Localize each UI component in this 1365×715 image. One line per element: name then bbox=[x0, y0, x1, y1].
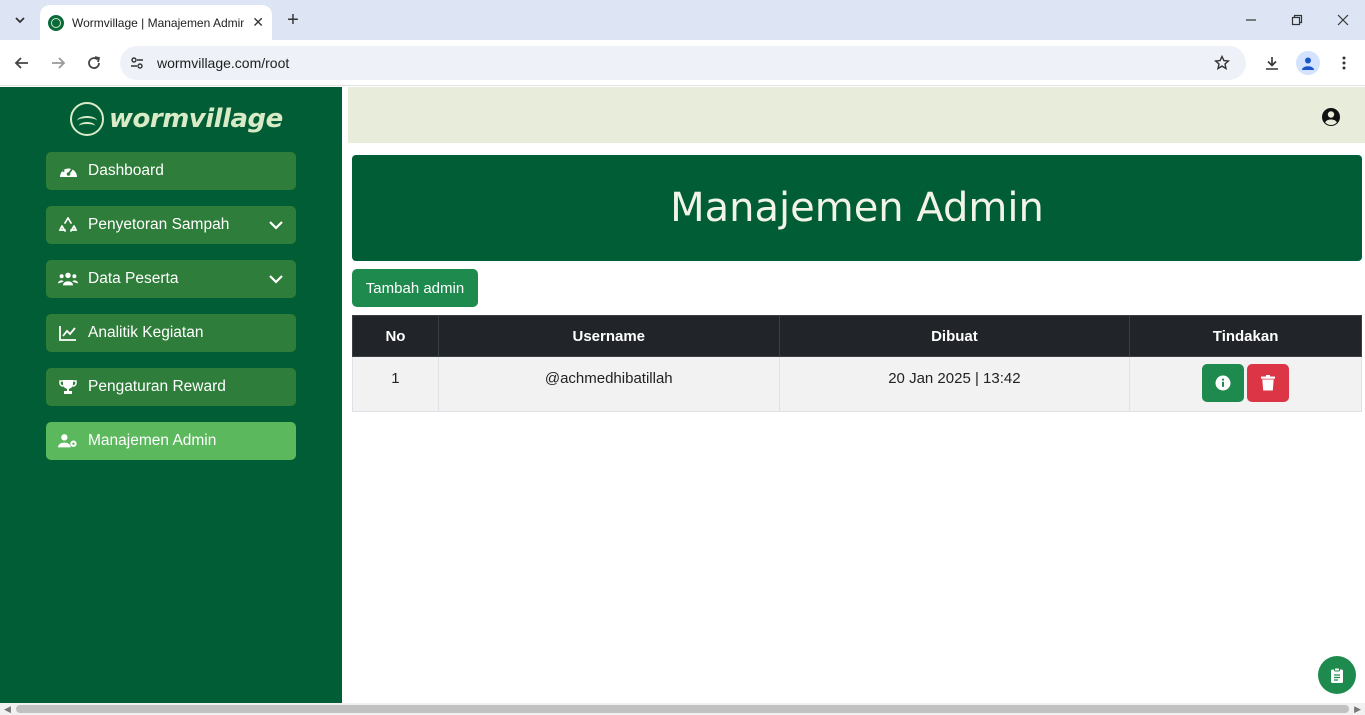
column-header-tindakan: Tindakan bbox=[1129, 315, 1362, 357]
sidebar-item-label: Data Peserta bbox=[88, 270, 179, 287]
profile-icon bbox=[1302, 57, 1314, 70]
reload-icon bbox=[88, 56, 101, 69]
sidebar-item-penyetoran-sampah[interactable]: Penyetoran Sampah bbox=[46, 206, 296, 244]
browser-tab-bar: Wormvillage | Manajemen Admin ✕ + bbox=[0, 0, 1365, 40]
horizontal-scrollbar[interactable]: ◀ ▶ bbox=[0, 703, 1365, 715]
table-row: 1 @achmedhibatillah 20 Jan 2025 | 13:42 bbox=[352, 356, 1362, 412]
minimize-icon bbox=[1246, 19, 1256, 21]
info-button[interactable] bbox=[1202, 364, 1245, 402]
clipboard-button[interactable] bbox=[1318, 656, 1356, 694]
sidebar-item-pengaturan-reward[interactable]: Pengaturan Reward bbox=[46, 368, 296, 406]
clipboard-icon bbox=[1331, 667, 1343, 683]
page-title: Manajemen Admin bbox=[670, 185, 1044, 231]
address-bar[interactable]: wormvillage.com/root bbox=[120, 46, 1246, 80]
sidebar-item-label: Analitik Kegiatan bbox=[88, 324, 204, 341]
sidebar-item-dashboard[interactable]: Dashboard bbox=[46, 152, 296, 190]
users-icon bbox=[58, 270, 78, 288]
scrollbar-thumb[interactable] bbox=[16, 705, 1349, 713]
table-header-row: No Username Dibuat Tindakan bbox=[352, 315, 1362, 357]
profile-button[interactable] bbox=[1296, 51, 1320, 75]
chevron-down-icon bbox=[15, 17, 25, 24]
logo[interactable]: wormvillage bbox=[70, 102, 283, 136]
sidebar-item-label: Dashboard bbox=[88, 162, 164, 179]
url-text[interactable]: wormvillage.com/root bbox=[157, 55, 289, 71]
cell-created: 20 Jan 2025 | 13:42 bbox=[778, 356, 1131, 412]
gauge-icon bbox=[58, 162, 78, 180]
browser-tab[interactable]: Wormvillage | Manajemen Admin ✕ bbox=[40, 5, 272, 40]
delete-button[interactable] bbox=[1247, 364, 1290, 402]
tab-title: Wormvillage | Manajemen Admin bbox=[72, 15, 244, 30]
forward-button[interactable] bbox=[46, 51, 70, 75]
logo-text: wormvillage bbox=[109, 104, 283, 134]
tab-search-button[interactable] bbox=[8, 8, 32, 32]
sidebar-item-label: Manajemen Admin bbox=[88, 432, 217, 449]
trash-icon bbox=[1261, 375, 1276, 391]
row-actions bbox=[1130, 364, 1361, 402]
user-circle-icon[interactable] bbox=[1321, 107, 1341, 127]
chevron-down-icon bbox=[269, 275, 283, 284]
chevron-down-icon bbox=[269, 221, 283, 230]
wormvillage-favicon-icon bbox=[48, 14, 64, 31]
close-window-button[interactable] bbox=[1329, 8, 1357, 32]
bookmark-star-icon[interactable] bbox=[1212, 53, 1232, 73]
restore-icon bbox=[1291, 14, 1303, 26]
sidebar-item-analitik-kegiatan[interactable]: Analitik Kegiatan bbox=[46, 314, 296, 352]
minimize-button[interactable] bbox=[1237, 8, 1265, 32]
sidebar-item-label: Penyetoran Sampah bbox=[88, 216, 230, 233]
reload-button[interactable] bbox=[82, 51, 106, 75]
sidebar-item-manajemen-admin[interactable]: Manajemen Admin bbox=[46, 422, 296, 460]
recycle-icon bbox=[58, 216, 78, 234]
download-icon bbox=[1266, 57, 1278, 70]
browser-toolbar: wormvillage.com/root bbox=[0, 40, 1365, 86]
cell-username: @achmedhibatillah bbox=[437, 356, 780, 412]
add-admin-button[interactable]: Tambah admin bbox=[352, 269, 478, 307]
wormvillage-logo-icon bbox=[70, 102, 104, 136]
page-header-banner: Manajemen Admin bbox=[352, 155, 1362, 261]
admin-table: No Username Dibuat Tindakan 1 @achmedhib… bbox=[352, 315, 1362, 412]
restore-button[interactable] bbox=[1283, 8, 1311, 32]
sidebar-item-label: Pengaturan Reward bbox=[88, 378, 226, 395]
new-tab-button[interactable]: + bbox=[283, 10, 303, 30]
site-settings-icon[interactable] bbox=[128, 54, 146, 72]
column-header-username: Username bbox=[437, 315, 780, 357]
close-icon bbox=[1337, 14, 1349, 26]
close-icon[interactable]: ✕ bbox=[252, 14, 264, 31]
line-chart-icon bbox=[58, 324, 78, 342]
top-bar bbox=[348, 87, 1365, 143]
cell-actions bbox=[1129, 356, 1362, 412]
sidebar-item-data-peserta[interactable]: Data Peserta bbox=[46, 260, 296, 298]
column-header-dibuat: Dibuat bbox=[778, 315, 1131, 357]
cell-no: 1 bbox=[352, 356, 439, 412]
scroll-right-arrow-icon[interactable]: ▶ bbox=[1354, 703, 1361, 715]
info-circle-icon bbox=[1215, 375, 1231, 391]
sidebar: wormvillage Dashboard Penyetoran Sampah … bbox=[0, 87, 342, 703]
trophy-icon bbox=[58, 378, 78, 396]
browser-menu-button[interactable] bbox=[1332, 51, 1356, 75]
column-header-no: No bbox=[352, 315, 439, 357]
downloads-button[interactable] bbox=[1260, 51, 1284, 75]
more-vertical-icon bbox=[1342, 56, 1346, 70]
back-button[interactable] bbox=[10, 51, 34, 75]
scroll-left-arrow-icon[interactable]: ◀ bbox=[4, 703, 11, 715]
user-gear-icon bbox=[58, 432, 78, 450]
arrow-right-icon bbox=[52, 57, 66, 69]
arrow-left-icon bbox=[14, 57, 28, 69]
